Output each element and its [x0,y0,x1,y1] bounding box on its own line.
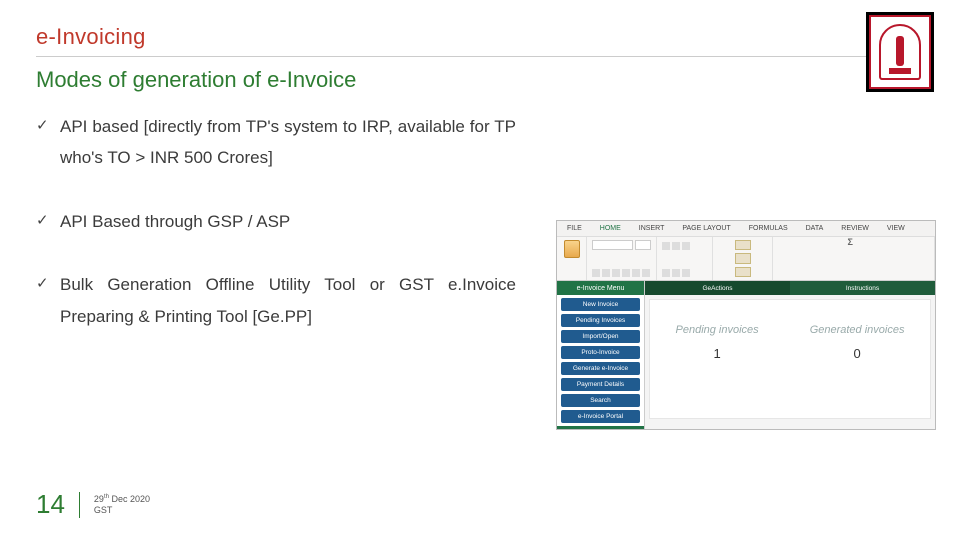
clipboard-icon [564,240,580,258]
align-icon [682,242,690,250]
side-menu-item: New Invoice [561,298,640,311]
divider [79,492,80,518]
footer-date-rest: Dec 2020 [109,494,150,504]
divider [36,56,924,57]
delete-icon [735,253,751,263]
ribbon-tab: VIEW [887,225,905,232]
side-menu-item: Pending Invoices [561,314,640,327]
sheet-tabs: GeActions Instructions [645,281,935,295]
bullet-list: API based [directly from TP's system to … [36,111,536,364]
bullet-item: Bulk Generation Offline Utility Tool or … [36,269,516,332]
side-menu-item: Import/Open [561,330,640,343]
stat-label: Pending invoices [676,324,759,336]
ribbon-tab: DATA [806,225,824,232]
ribbon-tab: HOME [600,225,621,232]
ribbon-tab: REVIEW [841,225,869,232]
ribbon-tab: PAGE LAYOUT [682,225,730,232]
bullet-item: API based [directly from TP's system to … [36,111,516,174]
align-icon [672,269,680,277]
align-group [657,237,713,280]
slide-footer: 14 29th Dec 2020 GST [36,489,150,520]
institution-logo [866,12,934,92]
size-select [635,240,651,250]
stat-value: 1 [676,346,759,361]
italic-icon [602,269,610,277]
bold-icon [592,269,600,277]
align-icon [682,269,690,277]
stat-value: 0 [810,346,905,361]
footer-date-day: 29 [94,494,104,504]
side-master-header: Masters [557,426,644,430]
stats-panel: Pending invoices 1 Generated invoices 0 [649,299,931,419]
bullet-item: API Based through GSP / ASP [36,206,516,237]
fill-icon [632,269,640,277]
cells-group [713,237,773,280]
ribbon-tab: FORMULAS [749,225,788,232]
footer-meta: 29th Dec 2020 GST [94,494,150,516]
slide-title: e-Invoicing [36,24,924,50]
align-icon [662,269,670,277]
paste-group [557,237,587,280]
stat-block: Pending invoices 1 [676,324,759,361]
underline-icon [612,269,620,277]
side-menu: e-Invoice Menu New Invoice Pending Invoi… [557,281,645,429]
ribbon-tab: FILE [567,225,582,232]
ribbon-toolbar: Σ [557,237,935,281]
editing-group: Σ [773,237,935,280]
ribbon-tabs: FILE HOME INSERT PAGE LAYOUT FORMULAS DA… [557,221,935,237]
align-icon [672,242,680,250]
sheet-tab: Instructions [790,281,935,295]
side-menu-item: Generate e-Invoice [561,362,640,375]
slide-subtitle: Modes of generation of e-Invoice [36,67,924,93]
insert-icon [735,240,751,250]
side-menu-item: Payment Details [561,378,640,391]
format-icon [735,267,751,277]
border-icon [622,269,630,277]
autosum-icon: Σ [848,237,860,249]
font-group [587,237,657,280]
side-menu-item: Search [561,394,640,407]
footer-topic: GST [94,505,113,515]
ribbon-tab: INSERT [639,225,665,232]
side-menu-header: e-Invoice Menu [557,281,644,295]
color-icon [642,269,650,277]
page-number: 14 [36,489,65,520]
side-menu-item: Proto-Invoice [561,346,640,359]
stat-block: Generated invoices 0 [810,324,905,361]
align-icon [662,242,670,250]
font-select [592,240,633,250]
app-screenshot: FILE HOME INSERT PAGE LAYOUT FORMULAS DA… [556,220,936,430]
sheet-tab: GeActions [645,281,790,295]
side-menu-item: e-Invoice Portal [561,410,640,423]
stat-label: Generated invoices [810,324,905,336]
